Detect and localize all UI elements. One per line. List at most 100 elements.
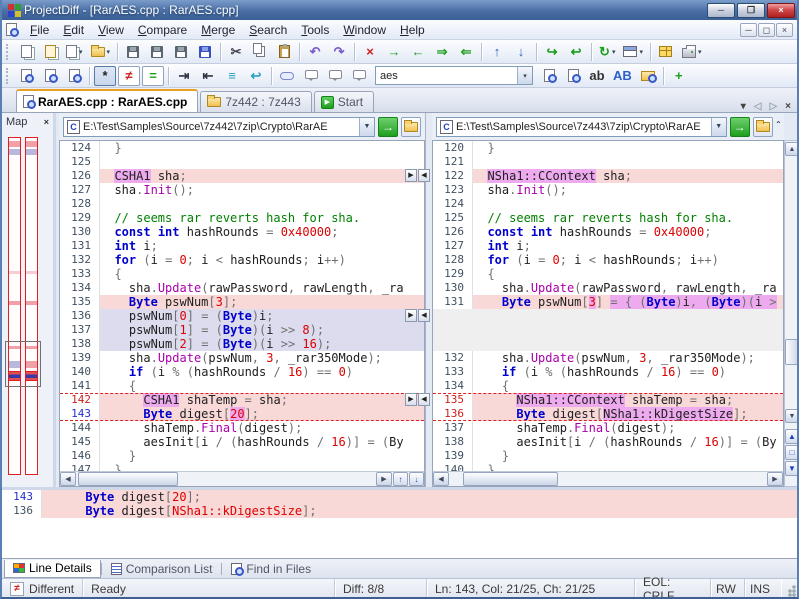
previous-difference-button[interactable]: ←	[407, 42, 429, 62]
right-code-editor[interactable]: 120 } 121 122 NSha1::CContext sha; 123 sha…	[432, 140, 784, 471]
search-combobox[interactable]: aes ▾	[375, 66, 533, 85]
last-difference-button[interactable]: ↓	[409, 472, 424, 486]
code-line[interactable]: 134 sha.Update(rawPassword, rawLength, _…	[60, 281, 424, 295]
left-code-editor[interactable]: 124 } 125 126 CSHA1 sha; 127 sha.Init(); 12…	[59, 140, 425, 471]
scroll-left-icon[interactable]: ◀	[433, 472, 449, 486]
next-comment-button[interactable]	[324, 66, 346, 86]
code-line[interactable]: 129 // seems rar reverts hash for sha.	[60, 211, 424, 225]
code-line[interactable]: 121	[433, 155, 783, 169]
code-line[interactable]: 132 for (i = 0; i < hashRounds; i++)	[60, 253, 424, 267]
previous-difference-file-button[interactable]: ⇐	[455, 42, 477, 62]
print-button[interactable]: ▾	[679, 42, 705, 62]
code-line[interactable]: 145 aesInit[i / (hashRounds / 16)] = (By	[60, 435, 424, 449]
code-line[interactable]: 124	[433, 197, 783, 211]
save-right-button[interactable]	[146, 42, 168, 62]
code-line[interactable]: 144 shaTemp.Final(digest);	[60, 421, 424, 435]
map-overview-left[interactable]	[8, 137, 21, 475]
show-matches-button[interactable]: =	[142, 65, 164, 86]
view-mode-button[interactable]: ▾	[620, 42, 646, 62]
move-up-button[interactable]: ↑	[486, 42, 508, 62]
menu-compare[interactable]: Compare	[131, 21, 194, 39]
code-line[interactable]: 125 // seems rar reverts hash for sha.	[433, 211, 783, 225]
copy-line-to-right-button[interactable]: ▶	[405, 309, 417, 322]
next-difference-button[interactable]: →	[383, 42, 405, 62]
code-line[interactable]: 140 if (i % (hashRounds / 16) == 0)	[60, 365, 424, 379]
code-line[interactable]: 129 {	[433, 267, 783, 281]
code-line[interactable]: 138 aesInit[i / (hashRounds / 16)] = (By	[433, 435, 783, 449]
code-line[interactable]: 140 }	[433, 463, 783, 471]
code-line[interactable]: 122 NSha1::CContext sha;	[433, 169, 783, 183]
report-button[interactable]	[655, 42, 677, 62]
code-line[interactable]: 135 Byte pswNum[3];	[60, 295, 424, 309]
code-line[interactable]: 137 pswNum[1] = (Byte)(i >> 8);	[60, 323, 424, 337]
bottom-tab-find-in-files[interactable]: Find in Files	[222, 560, 320, 578]
left-path-dropdown-icon[interactable]: ▼	[359, 117, 374, 136]
current-difference-nav-button[interactable]: □	[785, 445, 797, 460]
show-all-button[interactable]: *	[94, 65, 116, 86]
find-in-files-button[interactable]	[637, 66, 659, 86]
menu-file[interactable]: File	[23, 21, 56, 39]
code-line[interactable]: 128 for (i = 0; i < hashRounds; i++)	[433, 253, 783, 267]
save-all-button[interactable]	[194, 42, 216, 62]
word-wrap-button[interactable]: ↩	[245, 66, 267, 86]
minimize-button[interactable]: ─	[707, 2, 735, 18]
scroll-tabs-right-button[interactable]: ▷	[769, 101, 777, 112]
code-line[interactable]: 139 sha.Update(pswNum, 3, _rar350Mode);	[60, 351, 424, 365]
code-line[interactable]: 126 CSHA1 sha;	[60, 169, 424, 183]
copy-line-to-right-button[interactable]: ▶	[405, 393, 417, 406]
save-left-button[interactable]	[122, 42, 144, 62]
undo-button[interactable]: ↶	[304, 42, 326, 62]
copy-line-to-left-button[interactable]: ◀	[418, 169, 430, 182]
replace-button[interactable]: ab	[586, 66, 608, 86]
open-right-file-button[interactable]	[39, 66, 61, 86]
tab-start[interactable]: ▶ Start	[313, 91, 375, 112]
match-case-button[interactable]: AB	[610, 66, 635, 86]
find-next-button[interactable]	[538, 66, 560, 86]
redo-button[interactable]: ↷	[328, 42, 350, 62]
previous-difference-nav-button[interactable]: ▲	[785, 429, 797, 444]
search-input[interactable]: aes	[376, 70, 517, 82]
code-gap-row[interactable]	[433, 309, 783, 323]
new-comparison-dropdown[interactable]: ▾	[63, 42, 86, 62]
resize-grip[interactable]	[783, 579, 797, 597]
title-bar[interactable]: ProjectDiff - [RarAES.cpp : RarAES.cpp] …	[2, 0, 797, 20]
left-go-button[interactable]: →	[378, 116, 398, 137]
left-path-combobox[interactable]: C E:\Test\Samples\Source\7z442\7zip\Cryp…	[63, 116, 375, 137]
code-line[interactable]: 136 Byte digest[NSha1::kDigestSize];	[433, 407, 783, 421]
code-gap-row[interactable]	[433, 323, 783, 337]
right-browse-button[interactable]	[752, 116, 773, 137]
left-browse-button[interactable]	[401, 116, 421, 137]
right-go-button[interactable]: →	[729, 116, 750, 137]
move-down-button[interactable]: ↓	[510, 42, 532, 62]
copy-to-left-button[interactable]: ↩	[565, 42, 587, 62]
combo-dropdown-icon[interactable]: ▾	[517, 67, 532, 84]
code-line[interactable]: 127 sha.Init();	[60, 183, 424, 197]
ignore-whitespace-button[interactable]: ⇤	[197, 66, 219, 86]
menu-help[interactable]: Help	[393, 21, 432, 39]
right-horizontal-scrollbar[interactable]: ◀ ▶	[432, 471, 784, 487]
scrollbar-thumb[interactable]	[463, 472, 558, 486]
menu-tools[interactable]: Tools	[294, 21, 336, 39]
code-line[interactable]: 120 }	[433, 141, 783, 155]
ignore-blank-lines-button[interactable]: ≡	[221, 66, 243, 86]
code-line[interactable]: 128	[60, 197, 424, 211]
view-file-button[interactable]	[63, 66, 85, 86]
right-vertical-scrollbar[interactable]: ▲ ▼ ▲ □ ▼	[784, 140, 797, 487]
right-path-combobox[interactable]: C E:\Test\Samples\Source\7z443\7zip\Cryp…	[436, 116, 727, 137]
menu-view[interactable]: View	[91, 21, 131, 39]
menu-edit[interactable]: Edit	[56, 21, 91, 39]
copy-line-to-left-button[interactable]: ◀	[418, 309, 430, 322]
code-line[interactable]: 131 Byte pswNum[3] = { (Byte)i, (Byte)(i…	[433, 295, 783, 309]
add-comment-button[interactable]	[300, 66, 322, 86]
bottom-tab-comparison-list[interactable]: Comparison List	[102, 560, 222, 578]
sync-scrolling-button[interactable]: +	[668, 66, 690, 86]
code-line[interactable]: 133 if (i % (hashRounds / 16) == 0)	[433, 365, 783, 379]
document-system-menu-icon[interactable]	[6, 23, 19, 37]
code-line[interactable]: 126 const int hashRounds = 0x40000;	[433, 225, 783, 239]
scroll-up-icon[interactable]: ▲	[785, 142, 797, 156]
next-difference-nav-button[interactable]: ▼	[785, 461, 797, 476]
code-line[interactable]: 132 sha.Update(pswNum, 3, _rar350Mode);	[433, 351, 783, 365]
code-line[interactable]: 147 }	[60, 463, 424, 471]
mdi-restore-button[interactable]: ◻	[758, 22, 775, 37]
scroll-right-icon[interactable]: ▶	[376, 472, 392, 486]
